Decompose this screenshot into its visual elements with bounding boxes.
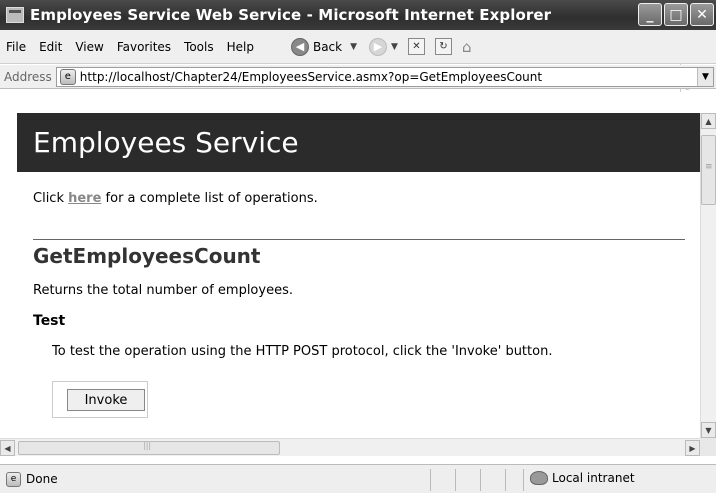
toolbar: ◀ Back ▼ ▶ ▼ ✕ ↻ ⌂ xyxy=(290,37,472,56)
page-icon: e xyxy=(59,68,76,85)
scroll-down-icon[interactable]: ▼ xyxy=(701,422,716,438)
status-text: Done xyxy=(26,472,58,486)
operation-description: Returns the total number of employees. xyxy=(33,283,293,298)
menu-help[interactable]: Help xyxy=(227,40,254,54)
scroll-up-icon[interactable]: ▲ xyxy=(701,113,716,129)
status-page-icon: e xyxy=(6,471,21,487)
invoke-button[interactable]: Invoke xyxy=(67,389,145,411)
back-button[interactable]: ◀ Back ▼ xyxy=(290,37,357,56)
status-divider xyxy=(505,469,506,491)
vertical-scroll-thumb[interactable] xyxy=(701,135,716,205)
minimize-button[interactable]: _ xyxy=(638,3,662,26)
title-bar: Employees Service Web Service - Microsof… xyxy=(0,0,716,30)
window-controls: _ □ ✕ xyxy=(638,3,714,26)
menu-view[interactable]: View xyxy=(75,40,103,54)
service-banner: Employees Service xyxy=(17,113,700,172)
operation-title: GetEmployeesCount xyxy=(33,244,261,268)
test-heading: Test xyxy=(33,313,66,329)
menu-file[interactable]: File xyxy=(6,40,26,54)
back-label: Back xyxy=(312,39,343,54)
section-divider xyxy=(33,239,685,240)
horizontal-scroll-thumb[interactable] xyxy=(18,441,280,455)
home-icon[interactable]: ⌂ xyxy=(462,38,472,56)
scroll-left-icon[interactable]: ◀ xyxy=(0,440,15,456)
menu-edit[interactable]: Edit xyxy=(39,40,62,54)
zone-label: Local intranet xyxy=(552,471,635,485)
page-viewport: Employees Service Click here for a compl… xyxy=(0,113,700,438)
vertical-scrollbar[interactable]: ▲ ▼ xyxy=(700,113,716,438)
back-dropdown-icon[interactable]: ▼ xyxy=(350,42,357,52)
intranet-zone-icon xyxy=(530,471,548,485)
address-dropdown-icon[interactable]: ▼ xyxy=(697,67,713,86)
forward-dropdown-icon[interactable]: ▼ xyxy=(391,42,398,52)
service-title: Employees Service xyxy=(33,126,299,159)
address-input[interactable]: e http://localhost/Chapter24/EmployeesSe… xyxy=(55,66,714,87)
menu-tools[interactable]: Tools xyxy=(184,40,214,54)
address-label: Address xyxy=(4,69,52,84)
security-zone: Local intranet xyxy=(530,471,635,485)
intro-text-before: Click xyxy=(33,191,69,206)
window-title: Employees Service Web Service - Microsof… xyxy=(30,6,552,24)
menu-bar: File Edit View Favorites Tools Help ◀ Ba… xyxy=(0,30,716,92)
scroll-right-icon[interactable]: ▶ xyxy=(685,440,700,456)
address-url: http://localhost/Chapter24/EmployeesServ… xyxy=(79,69,543,84)
menu-favorites[interactable]: Favorites xyxy=(117,40,171,54)
status-bar: e Done Local intranet xyxy=(0,464,716,493)
invoke-form: Invoke xyxy=(52,381,148,418)
operations-intro: Click here for a complete list of operat… xyxy=(33,191,318,206)
horizontal-scrollbar[interactable]: ◀ ▶ xyxy=(0,438,700,456)
stop-icon[interactable]: ✕ xyxy=(407,38,425,55)
operations-list-link[interactable]: here xyxy=(68,191,101,206)
status-divider xyxy=(480,469,481,491)
refresh-icon[interactable]: ↻ xyxy=(434,38,452,55)
test-description: To test the operation using the HTTP POS… xyxy=(52,344,553,359)
status-divider xyxy=(430,469,431,491)
status-divider xyxy=(455,469,456,491)
scrollbar-corner xyxy=(700,438,716,456)
close-button[interactable]: ✕ xyxy=(690,3,714,26)
forward-arrow-icon[interactable]: ▶ xyxy=(369,37,388,56)
status-divider xyxy=(523,469,524,491)
address-bar: Address e http://localhost/Chapter24/Emp… xyxy=(0,65,716,89)
ie-window-icon xyxy=(6,7,24,23)
back-arrow-icon: ◀ xyxy=(290,37,309,56)
intro-text-after: for a complete list of operations. xyxy=(101,191,318,206)
maximize-button[interactable]: □ xyxy=(664,3,688,26)
